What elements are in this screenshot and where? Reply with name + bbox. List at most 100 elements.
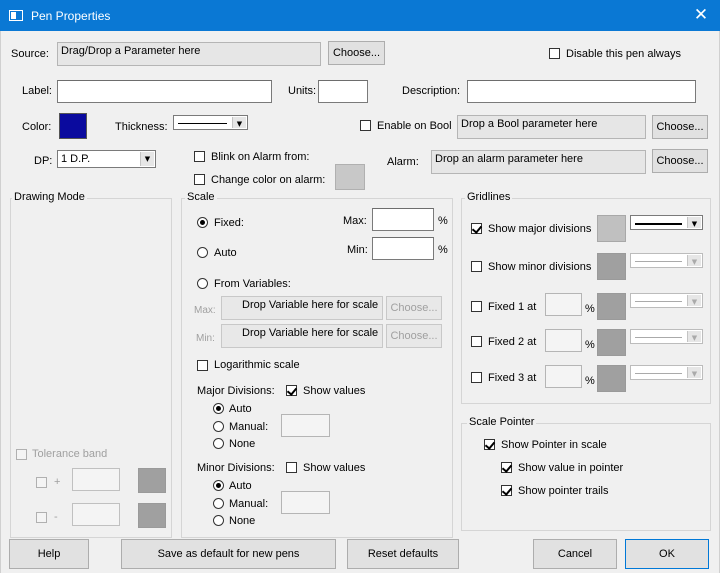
line-preview [635, 372, 682, 374]
logarithmic-label: Logarithmic scale [214, 359, 300, 371]
fixed3-input[interactable] [545, 365, 582, 388]
minor-grid-color[interactable] [597, 253, 626, 280]
save-default-button[interactable]: Save as default for new pens [121, 539, 336, 569]
major-show-values-label: Show values [303, 385, 366, 397]
show-pointer-trails-checkbox[interactable] [501, 485, 512, 496]
major-none-label: None [229, 438, 256, 450]
scale-auto-radio[interactable] [197, 247, 208, 258]
minor-grid-style-dropdown[interactable]: ▼ [630, 253, 703, 268]
show-minor-checkbox[interactable] [471, 261, 482, 272]
show-major-label: Show major divisions [488, 223, 592, 235]
disable-pen-checkbox[interactable] [549, 48, 560, 59]
chevron-down-icon: ▼ [687, 295, 701, 306]
major-manual-radio[interactable] [213, 421, 224, 432]
show-minor-label: Show minor divisions [488, 261, 592, 273]
show-value-pointer-checkbox[interactable] [501, 462, 512, 473]
show-value-pointer-label: Show value in pointer [518, 462, 624, 474]
source-label: Source: [11, 48, 49, 60]
line-preview [635, 336, 682, 338]
scale-min-input[interactable] [372, 237, 434, 260]
show-pointer-checkbox[interactable] [484, 439, 495, 450]
logarithmic-checkbox[interactable] [197, 360, 208, 371]
reset-defaults-button[interactable]: Reset defaults [347, 539, 459, 569]
major-auto-radio[interactable] [213, 403, 224, 414]
var-min-drop-zone: Drop Variable here for scale [221, 324, 383, 348]
scale-min-percent: % [438, 244, 448, 256]
fixed3-percent: % [585, 375, 595, 387]
dp-label: DP: [34, 155, 53, 167]
scale-min-label: Min: [347, 244, 368, 256]
close-icon[interactable]: ✕ [689, 5, 713, 25]
show-major-checkbox[interactable] [471, 223, 482, 234]
tolerance-minus-input [72, 503, 120, 526]
alarm-label: Alarm: [387, 156, 419, 168]
fixed2-label: Fixed 2 at [488, 336, 537, 348]
tolerance-band-checkbox [16, 449, 27, 460]
alarm-choose-button[interactable]: Choose... [652, 149, 708, 173]
minor-show-values-label: Show values [303, 462, 366, 474]
fixed3-style-dropdown[interactable]: ▼ [630, 365, 703, 380]
major-grid-style-dropdown[interactable]: ▼ [630, 215, 703, 230]
minor-show-values-checkbox[interactable] [286, 462, 297, 473]
alarm-color-swatch[interactable] [335, 164, 365, 190]
ok-button[interactable]: OK [625, 539, 709, 569]
minor-none-label: None [229, 515, 256, 527]
fixed2-style-dropdown[interactable]: ▼ [630, 329, 703, 344]
gridlines-title: Gridlines [465, 191, 513, 204]
enable-on-bool-checkbox[interactable] [360, 120, 371, 131]
fixed2-checkbox[interactable] [471, 336, 482, 347]
tolerance-plus-input [72, 468, 120, 491]
cancel-button[interactable]: Cancel [533, 539, 617, 569]
fixed1-style-dropdown[interactable]: ▼ [630, 293, 703, 308]
fixed2-color[interactable] [597, 329, 626, 356]
minor-manual-radio[interactable] [213, 498, 224, 509]
chevron-down-icon: ▼ [687, 367, 701, 378]
enable-on-bool-label: Enable on Bool [377, 120, 452, 132]
dp-dropdown[interactable]: 1 D.P. ▼ [57, 150, 156, 168]
fixed2-input[interactable] [545, 329, 582, 352]
minor-none-radio[interactable] [213, 515, 224, 526]
minor-auto-radio[interactable] [213, 480, 224, 491]
tolerance-band-label: Tolerance band [32, 448, 108, 460]
show-pointer-trails-label: Show pointer trails [518, 485, 609, 497]
units-input[interactable] [318, 80, 368, 103]
bool-drop-zone[interactable]: Drop a Bool parameter here [457, 115, 646, 139]
scale-from-variables-radio[interactable] [197, 278, 208, 289]
scale-fixed-radio[interactable] [197, 217, 208, 228]
major-grid-color[interactable] [597, 215, 626, 242]
fixed1-color[interactable] [597, 293, 626, 320]
alarm-drop-zone[interactable]: Drop an alarm parameter here [431, 150, 646, 174]
change-color-alarm-checkbox[interactable] [194, 174, 205, 185]
source-choose-button[interactable]: Choose... [328, 41, 385, 65]
major-none-radio[interactable] [213, 438, 224, 449]
major-show-values-checkbox[interactable] [286, 385, 297, 396]
bool-choose-button[interactable]: Choose... [652, 115, 708, 139]
tolerance-minus-color [138, 503, 166, 528]
minor-manual-input[interactable] [281, 491, 330, 514]
thickness-dropdown[interactable]: ▼ [173, 115, 248, 130]
description-input[interactable] [467, 80, 696, 103]
fixed1-input[interactable] [545, 293, 582, 316]
label-field-label: Label: [22, 85, 52, 97]
fixed1-checkbox[interactable] [471, 301, 482, 312]
var-min-label: Min: [196, 333, 215, 344]
fixed3-color[interactable] [597, 365, 626, 392]
major-manual-input[interactable] [281, 414, 330, 437]
scale-max-input[interactable] [372, 208, 434, 231]
scale-auto-label: Auto [214, 247, 237, 259]
dialog-body: Source: Drag/Drop a Parameter here Choos… [0, 31, 720, 573]
scale-fixed-label: Fixed: [214, 217, 244, 229]
blink-alarm-checkbox[interactable] [194, 151, 205, 162]
help-button[interactable]: Help [9, 539, 89, 569]
var-max-choose-button: Choose... [386, 296, 442, 320]
thickness-line-preview [178, 122, 227, 124]
label-input[interactable] [57, 80, 272, 103]
scale-max-percent: % [438, 215, 448, 227]
fixed3-label: Fixed 3 at [488, 372, 537, 384]
chevron-down-icon: ▼ [687, 255, 701, 266]
source-drop-zone[interactable]: Drag/Drop a Parameter here [57, 42, 321, 66]
fixed3-checkbox[interactable] [471, 372, 482, 383]
color-swatch[interactable] [59, 113, 87, 139]
fixed1-percent: % [585, 303, 595, 315]
major-divisions-label: Major Divisions: [197, 385, 275, 397]
